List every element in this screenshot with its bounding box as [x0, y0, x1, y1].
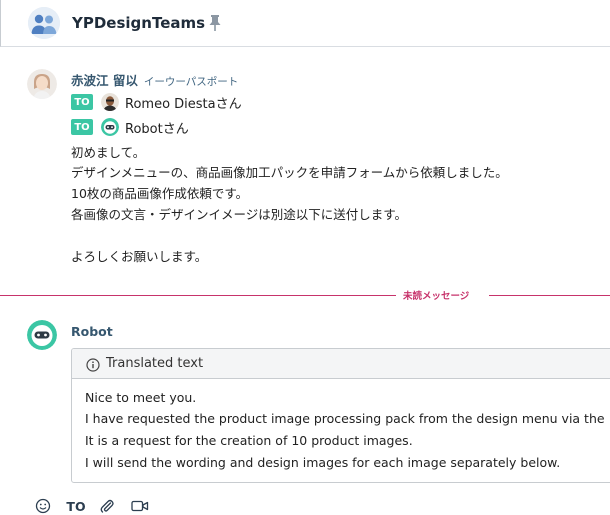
composer-toolbar	[0, 490, 610, 515]
message-line: 10枚の商品画像作成依頼です。	[71, 186, 249, 201]
translated-line: It is a request for the creation of 10 p…	[85, 433, 413, 448]
to-recipient-romeo: TO Romeo Diestaさん	[71, 92, 242, 112]
unread-divider-label: 未読メッセージ	[403, 291, 470, 302]
robot-avatar-icon[interactable]	[101, 118, 119, 136]
to-badge: TO	[71, 94, 93, 110]
info-icon	[86, 357, 100, 372]
recipient-name: Romeo Diestaさん	[125, 96, 242, 112]
paperclip-icon[interactable]	[98, 497, 116, 515]
to-recipient-robot: TO Robotさん	[71, 117, 189, 137]
message-line: デザインメニューの、商品画像加工パックを申請フォームから依頼しました。	[71, 165, 508, 180]
to-button[interactable]: TO	[66, 497, 86, 515]
message-line: よろしくお願いします。	[71, 249, 208, 264]
translated-line: I will send the wording and design image…	[85, 455, 561, 470]
to-badge: TO	[71, 119, 93, 135]
sender-name[interactable]: 赤波江 留以	[71, 70, 138, 89]
translated-line: I have requested the product image proce…	[85, 411, 605, 426]
translated-line: Nice to meet you.	[85, 390, 197, 405]
recipient-avatar[interactable]	[101, 93, 119, 111]
video-icon[interactable]	[130, 497, 150, 515]
room-title: YPDesignTeams	[72, 14, 206, 32]
translated-text-panel: Translated text Nice to meet you. I have…	[71, 348, 610, 483]
recipient-name: Robotさん	[125, 121, 189, 137]
sender-name[interactable]: Robot	[71, 324, 113, 339]
unread-divider-right	[489, 295, 610, 296]
sender-avatar[interactable]	[27, 69, 57, 99]
emoji-icon[interactable]	[34, 497, 52, 515]
message-line: 各画像の文言・デザインイメージは別途以下に送付します。	[71, 207, 408, 222]
message-line: 初めまして。	[71, 145, 146, 160]
pin-icon[interactable]	[208, 14, 222, 32]
translated-text-header: Translated text	[72, 349, 610, 379]
translated-text-title: Translated text	[106, 356, 204, 371]
chat-header: YPDesignTeams	[0, 0, 610, 47]
sender-organization: イーウーパスポート	[143, 76, 239, 88]
unread-divider-left	[0, 295, 396, 296]
robot-avatar-icon[interactable]	[27, 320, 57, 350]
message-sender: 赤波江 留以 イーウーパスポート	[71, 70, 238, 89]
group-avatar-icon[interactable]	[28, 7, 60, 39]
